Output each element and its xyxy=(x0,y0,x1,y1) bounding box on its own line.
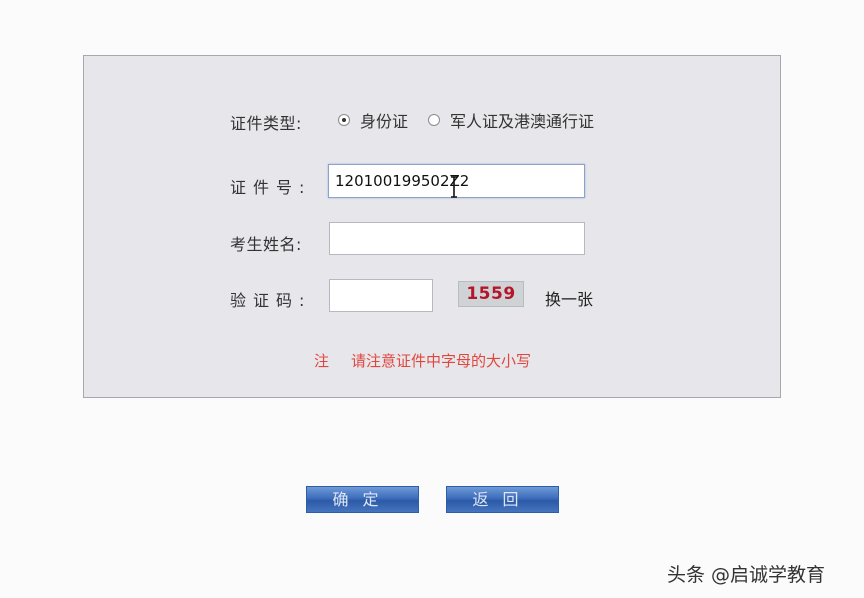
back-button[interactable]: 返回 xyxy=(446,486,559,513)
name-label: 考生姓名: xyxy=(230,235,302,254)
captcha-image: 1559 xyxy=(458,281,524,307)
id-type-label: 证件类型: xyxy=(230,114,302,133)
watermark-text: 头条 @启诚学教育 xyxy=(667,564,826,586)
captcha-input[interactable] xyxy=(329,279,433,312)
note-text: 请注意证件中字母的大小写 xyxy=(351,352,532,370)
note-prefix: 注 xyxy=(314,352,330,370)
ibeam-cursor-icon xyxy=(451,176,457,198)
radio-unchecked-icon[interactable] xyxy=(428,114,441,126)
refresh-captcha-link[interactable]: 换一张 xyxy=(545,286,593,310)
id-number-label: 证件号: xyxy=(230,178,312,197)
id-type-option-military[interactable]: 军人证及港澳通行证 xyxy=(450,108,594,132)
id-type-radio-group: 身份证 军人证及港澳通行证 xyxy=(338,108,594,132)
radio-checked-icon[interactable] xyxy=(338,114,350,126)
id-type-option-idcard[interactable]: 身份证 xyxy=(360,108,408,132)
confirm-button[interactable]: 确定 xyxy=(306,486,419,513)
login-page: 证件类型: 身份证 军人证及港澳通行证 证件号: 120100199502Z2 … xyxy=(0,0,864,598)
name-input[interactable] xyxy=(329,222,585,255)
captcha-label: 验证码: xyxy=(230,291,312,310)
case-note: 注 请注意证件中字母的大小写 xyxy=(314,350,531,371)
